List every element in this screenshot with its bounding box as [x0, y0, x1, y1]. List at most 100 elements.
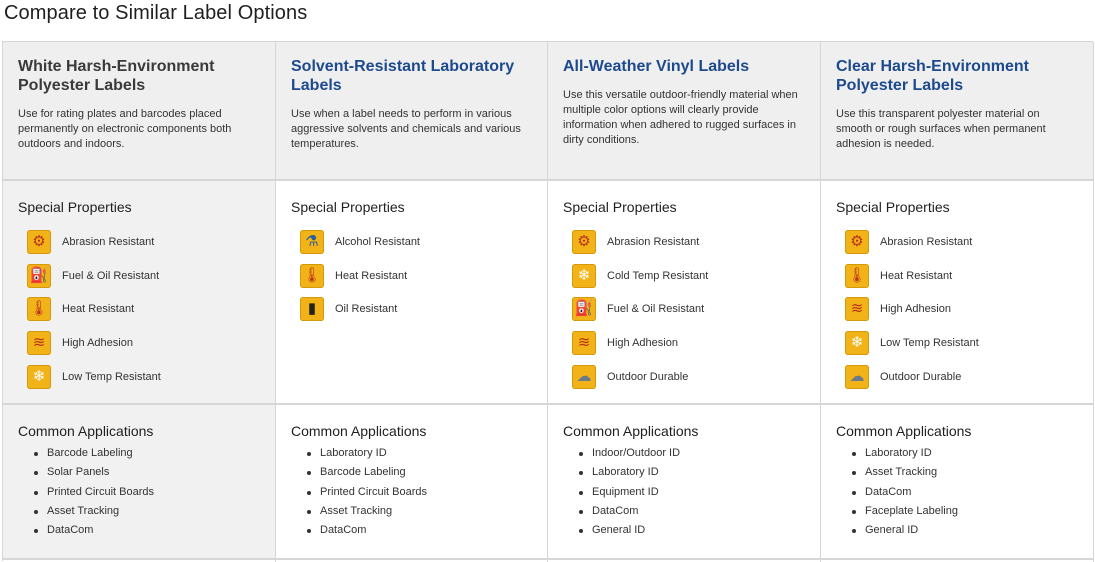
product-description: Use when a label needs to perform in var…: [291, 108, 521, 150]
snowflake-icon: ❄: [572, 263, 596, 288]
fuel-oil-icon: ⛽: [27, 263, 51, 288]
list-item: Barcode Labeling: [305, 463, 427, 482]
property-label: Heat Resistant: [335, 269, 408, 282]
list-item: Laboratory ID: [577, 463, 680, 482]
special-properties-heading: Special Properties: [836, 199, 950, 215]
list-item: General ID: [850, 521, 958, 540]
list-item: Asset Tracking: [305, 502, 427, 521]
weather-cloud-icon: ☁: [845, 364, 869, 389]
property-list: ⚗ Alcohol Resistant 🌡 Heat Resistant ▮ Oil …: [300, 225, 420, 326]
property-item: ❄ Cold Temp Resistant: [572, 259, 708, 293]
product-header: Clear Harsh-Environment Polyester Labels…: [821, 42, 1093, 181]
application-list: Indoor/Outdoor ID Laboratory ID Equipmen…: [577, 444, 680, 540]
list-item: Solar Panels: [32, 463, 154, 482]
special-properties-cell: Special Properties ⚙ Abrasion Resistant ⛽…: [3, 181, 275, 405]
property-label: Abrasion Resistant: [62, 235, 155, 248]
list-item: Equipment ID: [577, 483, 680, 502]
product-title-link[interactable]: All-Weather Vinyl Labels: [563, 57, 803, 76]
property-item: ⚗ Alcohol Resistant: [300, 225, 420, 259]
weather-cloud-icon: ☁: [572, 364, 596, 389]
common-applications-cell: Common Applications Barcode Labeling Sol…: [3, 405, 275, 560]
thermometer-flame-icon: 🌡: [845, 263, 869, 288]
property-label: High Adhesion: [880, 303, 951, 316]
property-label: Heat Resistant: [62, 303, 135, 316]
product-column: White Harsh-Environment Polyester Labels…: [3, 42, 276, 562]
property-item: ⛽ Fuel & Oil Resistant: [27, 259, 161, 293]
list-item: Laboratory ID: [850, 444, 958, 463]
property-item: 🌡 Heat Resistant: [27, 292, 161, 326]
property-item: ☁ Outdoor Durable: [572, 360, 708, 394]
property-label: Low Temp Resistant: [62, 370, 161, 383]
product-description: Use this versatile outdoor-friendly mate…: [563, 89, 798, 146]
special-properties-cell: Special Properties ⚗ Alcohol Resistant 🌡 H…: [276, 181, 547, 405]
property-label: Cold Temp Resistant: [607, 269, 709, 282]
adhesion-icon: ≋: [845, 297, 869, 322]
property-list: ⚙ Abrasion Resistant ⛽ Fuel & Oil Resistan…: [27, 225, 161, 393]
special-properties-heading: Special Properties: [18, 199, 132, 215]
property-label: Heat Resistant: [880, 269, 953, 282]
list-item: DataCom: [577, 502, 680, 521]
product-header: All-Weather Vinyl Labels Use this versat…: [548, 42, 820, 181]
list-item: Barcode Labeling: [32, 444, 154, 463]
alcohol-icon: ⚗: [300, 229, 324, 254]
property-list: ⚙ Abrasion Resistant ❄ Cold Temp Resistant…: [572, 225, 708, 393]
product-title-link[interactable]: Solvent-Resistant Laboratory Labels: [291, 57, 531, 95]
property-item: ≋ High Adhesion: [27, 326, 161, 360]
property-item: ⚙ Abrasion Resistant: [27, 225, 161, 259]
common-applications-cell: Common Applications Laboratory ID Asset …: [821, 405, 1093, 560]
common-applications-cell: Common Applications Laboratory ID Barcod…: [276, 405, 547, 560]
property-label: Abrasion Resistant: [607, 235, 700, 248]
product-title-link[interactable]: Clear Harsh-Environment Polyester Labels: [836, 57, 1076, 95]
special-properties-heading: Special Properties: [563, 199, 677, 215]
property-label: High Adhesion: [62, 336, 133, 349]
property-label: Fuel & Oil Resistant: [607, 303, 705, 316]
oil-icon: ▮: [300, 297, 324, 322]
list-item: DataCom: [305, 521, 427, 540]
product-column: Solvent-Resistant Laboratory Labels Use …: [276, 42, 548, 562]
product-column: All-Weather Vinyl Labels Use this versat…: [548, 42, 821, 562]
abrasion-icon: ⚙: [27, 229, 51, 254]
abrasion-icon: ⚙: [572, 229, 596, 254]
product-header: Solvent-Resistant Laboratory Labels Use …: [276, 42, 547, 181]
list-item: Asset Tracking: [32, 502, 154, 521]
application-list: Laboratory ID Barcode Labeling Printed C…: [305, 444, 427, 540]
property-item: ☁ Outdoor Durable: [845, 360, 979, 394]
product-header: White Harsh-Environment Polyester Labels…: [3, 42, 275, 181]
property-item: ≋ High Adhesion: [845, 292, 979, 326]
property-label: Alcohol Resistant: [335, 235, 420, 248]
thermometer-flame-icon: 🌡: [27, 297, 51, 322]
property-item: ❄ Low Temp Resistant: [845, 326, 979, 360]
application-list: Laboratory ID Asset Tracking DataCom Fac…: [850, 444, 958, 540]
property-label: Fuel & Oil Resistant: [62, 269, 160, 282]
snowflake-thermometer-icon: ❄: [845, 330, 869, 355]
list-item: DataCom: [32, 521, 154, 540]
special-properties-heading: Special Properties: [291, 199, 405, 215]
property-label: Outdoor Durable: [607, 370, 689, 383]
product-description: Use this transparent polyester material …: [836, 108, 1046, 150]
list-item: Printed Circuit Boards: [305, 483, 427, 502]
list-item: General ID: [577, 521, 680, 540]
list-item: DataCom: [850, 483, 958, 502]
property-label: Low Temp Resistant: [880, 336, 979, 349]
property-item: 🌡 Heat Resistant: [300, 259, 420, 293]
list-item: Indoor/Outdoor ID: [577, 444, 680, 463]
property-item: 🌡 Heat Resistant: [845, 259, 979, 293]
property-item: ⛽ Fuel & Oil Resistant: [572, 292, 708, 326]
common-applications-heading: Common Applications: [836, 423, 972, 439]
thermometer-flame-icon: 🌡: [300, 263, 324, 288]
application-list: Barcode Labeling Solar Panels Printed Ci…: [32, 444, 154, 540]
property-item: ❄ Low Temp Resistant: [27, 360, 161, 394]
product-column: Clear Harsh-Environment Polyester Labels…: [821, 42, 1094, 562]
abrasion-icon: ⚙: [845, 229, 869, 254]
list-item: Asset Tracking: [850, 463, 958, 482]
list-item: Faceplate Labeling: [850, 502, 958, 521]
common-applications-heading: Common Applications: [291, 423, 427, 439]
page-title: Compare to Similar Label Options: [4, 2, 308, 24]
product-title: White Harsh-Environment Polyester Labels: [18, 58, 215, 94]
product-description: Use for rating plates and barcodes place…: [18, 108, 232, 150]
common-applications-cell: Common Applications Indoor/Outdoor ID La…: [548, 405, 820, 560]
list-item: Laboratory ID: [305, 444, 427, 463]
property-list: ⚙ Abrasion Resistant 🌡 Heat Resistant ≋ Hig…: [845, 225, 979, 393]
property-item: ≋ High Adhesion: [572, 326, 708, 360]
snowflake-thermometer-icon: ❄: [27, 364, 51, 389]
